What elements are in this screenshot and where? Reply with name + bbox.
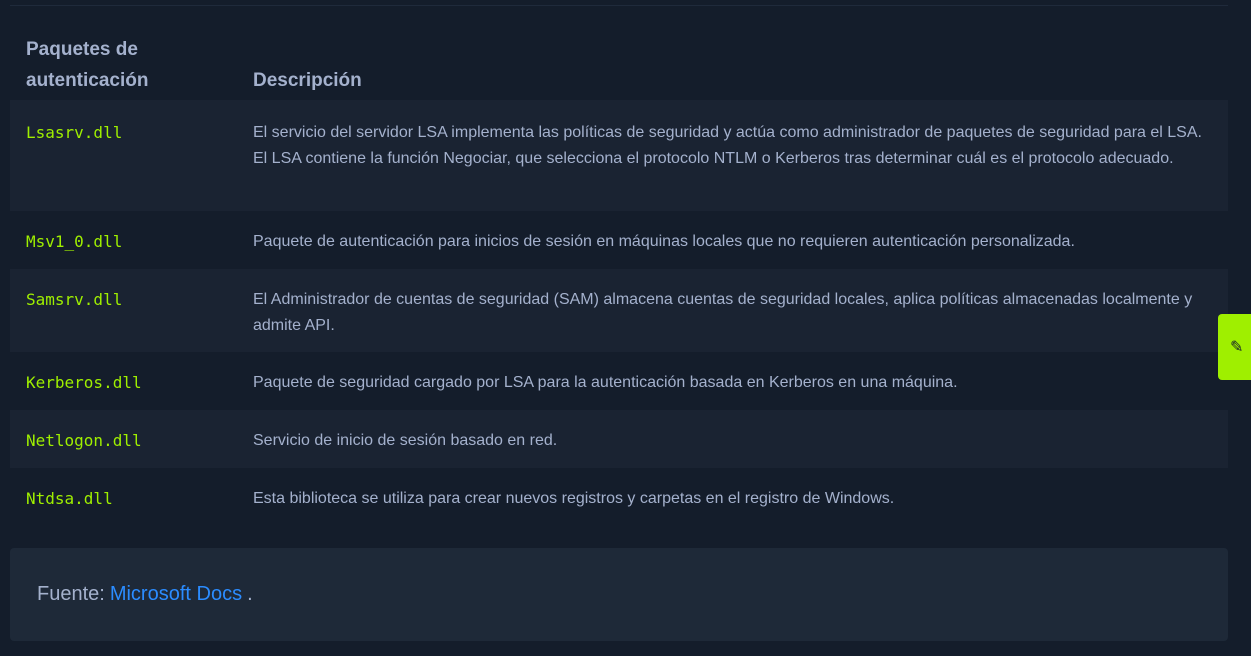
package-name: Kerberos.dll bbox=[26, 373, 142, 392]
table-row: Ntdsa.dll Esta biblioteca se utiliza par… bbox=[10, 468, 1228, 526]
package-description: Esta biblioteca se utiliza para crear nu… bbox=[253, 490, 895, 507]
table-row: Netlogon.dll Servicio de inicio de sesió… bbox=[10, 410, 1228, 468]
microsoft-docs-link[interactable]: Microsoft Docs bbox=[110, 583, 242, 606]
table-row: Kerberos.dll Paquete de seguridad cargad… bbox=[10, 352, 1228, 410]
divider bbox=[10, 5, 1228, 6]
header-package: Paquetes de autenticación bbox=[26, 39, 149, 91]
package-description: Paquete de seguridad cargado por LSA par… bbox=[253, 374, 958, 391]
page: Paquetes de autenticación Descripción Ls… bbox=[0, 0, 1251, 656]
auth-packages-table: Paquetes de autenticación Descripción Ls… bbox=[10, 20, 1228, 526]
package-name: Lsasrv.dll bbox=[26, 123, 123, 142]
package-name: Samsrv.dll bbox=[26, 290, 123, 309]
table-row: Samsrv.dll El Administrador de cuentas d… bbox=[10, 269, 1228, 352]
source-prefix: Fuente: bbox=[37, 583, 105, 605]
package-description: Servicio de inicio de sesión basado en r… bbox=[253, 432, 558, 449]
package-name: Ntdsa.dll bbox=[26, 489, 113, 508]
package-description: El Administrador de cuentas de seguridad… bbox=[253, 291, 1193, 334]
table-row: Msv1_0.dll Paquete de autenticación para… bbox=[10, 211, 1228, 269]
table-row: Lsasrv.dll El servicio del servidor LSA … bbox=[10, 100, 1228, 211]
pencil-icon: ✎ bbox=[1230, 339, 1244, 356]
package-name: Netlogon.dll bbox=[26, 431, 142, 450]
package-description: El servicio del servidor LSA implementa … bbox=[253, 124, 1202, 167]
edit-button[interactable]: ✎ bbox=[1218, 314, 1251, 380]
header-description: Descripción bbox=[253, 70, 362, 91]
source-suffix: . bbox=[247, 583, 253, 605]
table-header: Paquetes de autenticación Descripción bbox=[10, 20, 1228, 100]
package-description: Paquete de autenticación para inicios de… bbox=[253, 233, 1075, 250]
package-name: Msv1_0.dll bbox=[26, 232, 123, 251]
source-note: Fuente: Microsoft Docs . bbox=[10, 548, 1228, 641]
